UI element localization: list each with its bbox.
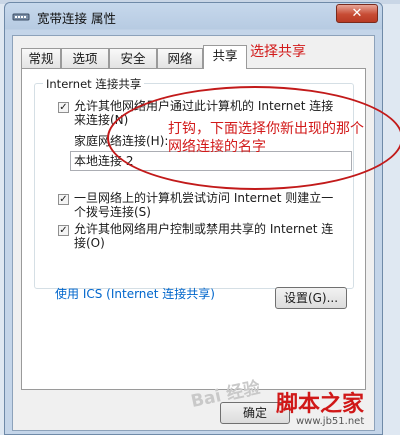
dial-on-demand-label: 一旦网络上的计算机尝试访问 Internet 则建立一 个拨号连接(S) — [74, 191, 334, 219]
allow-connect-checkbox[interactable]: ✓ — [58, 102, 69, 113]
annotation-instruction-line1: 打钩，下面选择你新出现的那个 — [168, 121, 364, 137]
dial-on-demand-checkbox[interactable]: ✓ — [58, 194, 69, 205]
annotation-select-share: 选择共享 — [250, 44, 306, 60]
annotation-instruction-line2: 网络连接的名字 — [168, 139, 266, 155]
settings-button[interactable]: 设置(G)... — [275, 287, 347, 309]
site-url: www.jb51.net — [296, 416, 365, 427]
tab-general[interactable]: 常规 — [21, 48, 61, 68]
group-title: Internet 连接共享 — [43, 76, 145, 92]
site-logo: 脚本之家 — [276, 392, 365, 417]
tab-security[interactable]: 安全 — [109, 48, 157, 68]
allow-control-label: 允许其他网络用户控制或禁用共享的 Internet 连接(O) — [74, 222, 334, 250]
ics-help-link[interactable]: 使用 ICS (Internet 连接共享) — [55, 285, 215, 302]
tab-options[interactable]: 选项 — [61, 48, 109, 68]
close-button[interactable]: ✕ — [336, 4, 378, 23]
title-bar[interactable]: 宽带连接 属性 ✕ — [5, 3, 382, 29]
close-icon: ✕ — [351, 6, 363, 21]
properties-dialog: 宽带连接 属性 ✕ 常规 选项 安全 网络 共享 Internet 连接共享 ✓… — [4, 2, 383, 435]
tab-sharing[interactable]: 共享 — [203, 45, 247, 69]
window-title: 宽带连接 属性 — [37, 11, 116, 26]
network-connection-icon — [12, 11, 30, 21]
allow-control-checkbox[interactable]: ✓ — [58, 225, 69, 236]
tab-networking[interactable]: 网络 — [157, 48, 203, 68]
